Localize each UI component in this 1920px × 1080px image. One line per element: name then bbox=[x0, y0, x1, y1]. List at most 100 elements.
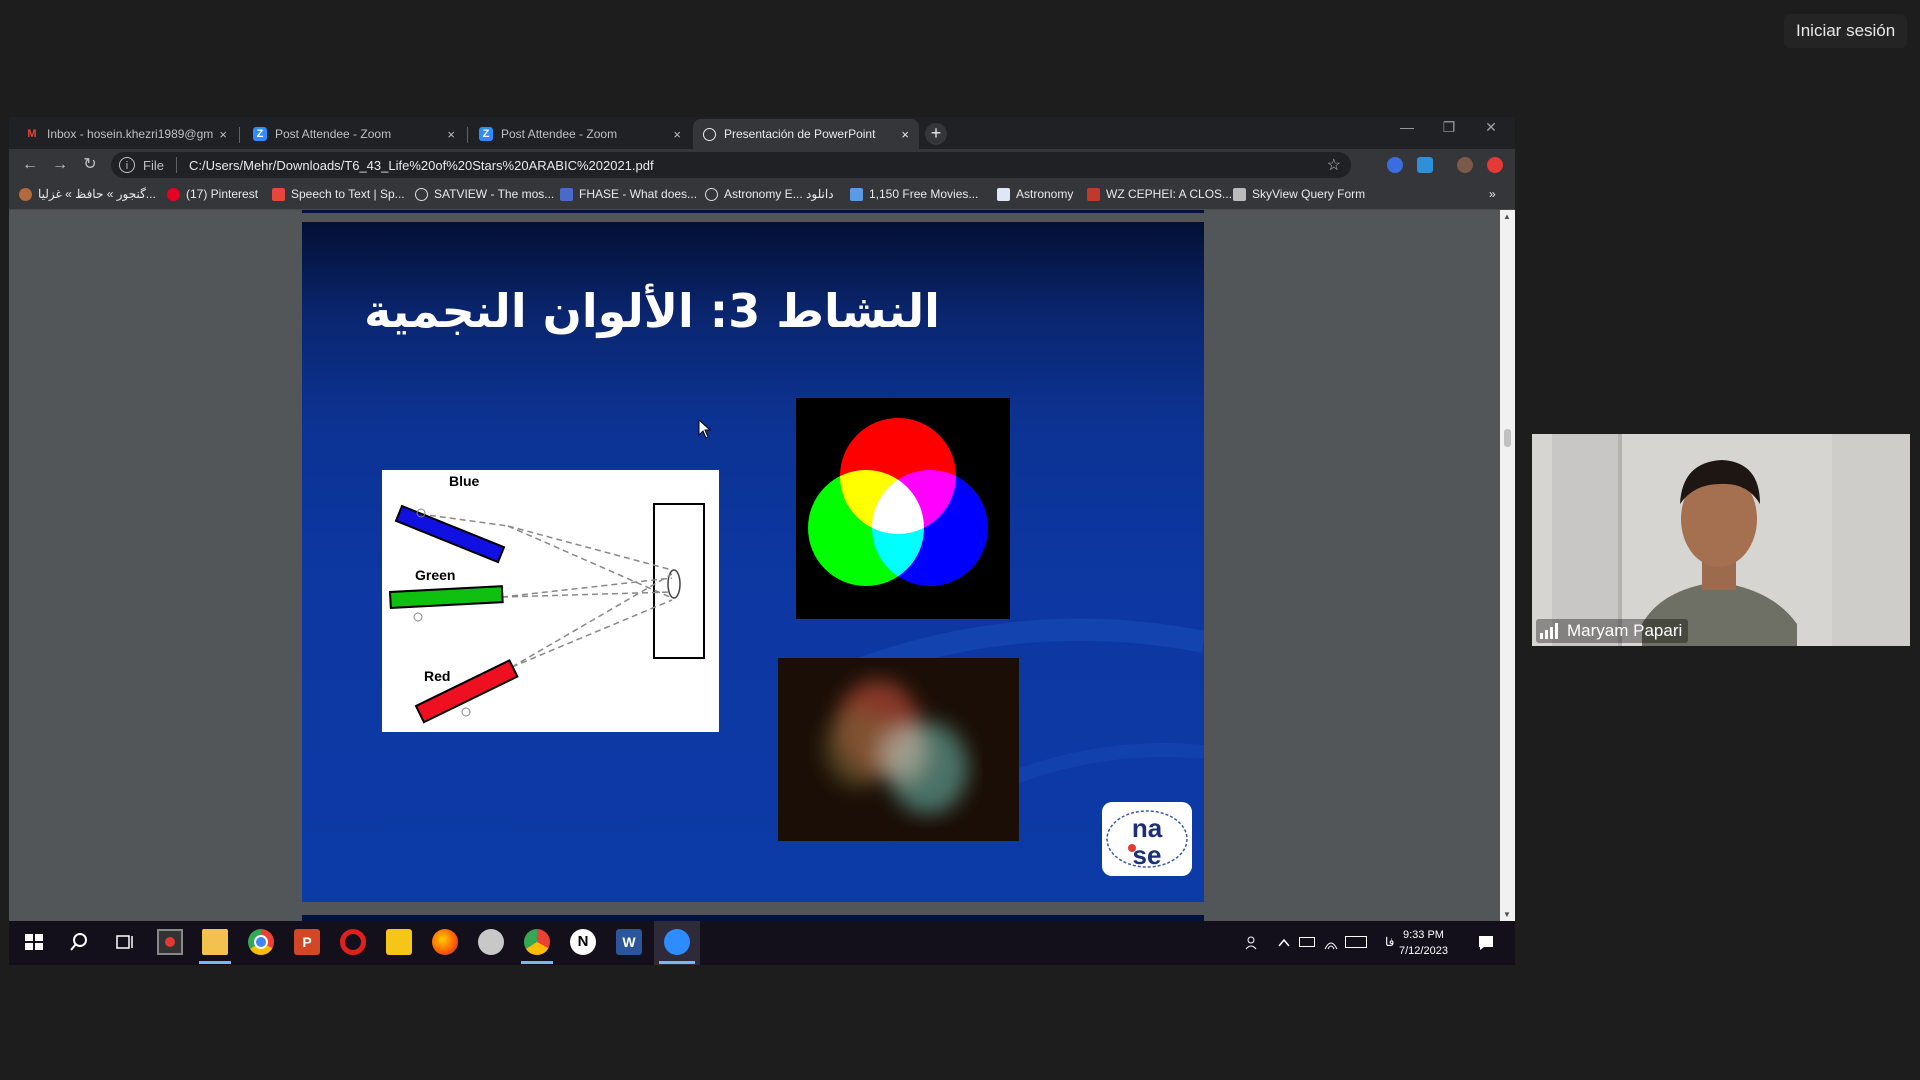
light-filters-illustration bbox=[388, 503, 705, 724]
signal-strength-icon bbox=[1540, 623, 1560, 639]
nase-logo: na se bbox=[1102, 802, 1192, 876]
shared-browser-window: M Inbox - hosein.khezri1989@gmai × Z Pos… bbox=[9, 117, 1515, 965]
blurred-light-spots bbox=[824, 680, 968, 814]
extension-pen-icon[interactable] bbox=[1387, 157, 1403, 173]
bookmark-item[interactable]: Astronomy E... دانلود bbox=[705, 187, 834, 201]
previous-page-edge bbox=[302, 210, 1204, 213]
slide-title: النشاط 3: الألوان النجمية bbox=[364, 284, 940, 338]
signin-button[interactable]: Iniciar sesión bbox=[1784, 14, 1908, 48]
tab-post-attendee-2[interactable]: Z Post Attendee - Zoom × bbox=[469, 119, 691, 149]
zoom-icon[interactable] bbox=[664, 929, 690, 955]
bookmark-star-icon[interactable]: ☆ bbox=[1327, 155, 1341, 175]
bookmark-item[interactable]: FHASE - What does... bbox=[560, 187, 697, 201]
windows-taskbar: P N W فا 9:33 PM 7/12/2023 bbox=[9, 921, 1515, 965]
participant-video-tile[interactable]: Maryam Papari bbox=[1532, 434, 1910, 646]
bookmark-item[interactable]: 1,150 Free Movies... bbox=[850, 187, 978, 201]
bookmark-item[interactable]: گنجور » حافظ » غزلیا... bbox=[19, 187, 156, 201]
tab-powerpoint-presentation[interactable]: Presentación de PowerPoint × bbox=[693, 119, 919, 149]
search-icon[interactable] bbox=[66, 929, 92, 955]
clock-time: 9:33 PM bbox=[1402, 929, 1444, 941]
scroll-up-icon[interactable]: ▲ bbox=[1503, 212, 1511, 221]
close-icon[interactable]: × bbox=[673, 127, 681, 142]
chevron-up-icon[interactable] bbox=[1277, 937, 1291, 949]
globe-icon bbox=[705, 187, 718, 201]
chrome-alt-icon[interactable] bbox=[524, 929, 550, 955]
tab-post-attendee-1[interactable]: Z Post Attendee - Zoom × bbox=[243, 119, 465, 149]
tab-gmail-inbox[interactable]: M Inbox - hosein.khezri1989@gmai × bbox=[15, 119, 237, 149]
wifi-icon[interactable] bbox=[1323, 935, 1339, 951]
close-icon[interactable]: × bbox=[901, 127, 909, 142]
globe-icon bbox=[415, 187, 428, 201]
bookmark-item[interactable]: SATVIEW - The mos... bbox=[415, 187, 554, 201]
bookmark-item[interactable]: Speech to Text | Sp... bbox=[272, 187, 405, 201]
green-label: Green bbox=[415, 567, 456, 583]
mouse-cursor-icon bbox=[698, 419, 712, 439]
minimize-button[interactable]: — bbox=[1385, 119, 1429, 135]
notifications-icon[interactable] bbox=[1477, 934, 1495, 952]
forward-button[interactable]: → bbox=[49, 154, 71, 176]
tab-title: Post Attendee - Zoom bbox=[501, 127, 618, 141]
bookmark-item[interactable]: WZ CEPHEI: A CLOS... bbox=[1087, 187, 1232, 201]
site-info-icon[interactable]: i bbox=[119, 157, 135, 173]
bookmark-item[interactable]: Astronomy bbox=[997, 187, 1073, 201]
rgb-circles-illustration bbox=[808, 418, 988, 586]
address-scheme: File bbox=[143, 157, 164, 173]
chrome-icon[interactable] bbox=[248, 929, 274, 955]
tab-title: Post Attendee - Zoom bbox=[275, 127, 392, 141]
update-icon[interactable] bbox=[1487, 157, 1503, 173]
address-url: C:/Users/Mehr/Downloads/T6_43_Life%20of%… bbox=[188, 157, 654, 173]
screen-recorder-icon[interactable] bbox=[157, 929, 183, 955]
tab-title: Presentación de PowerPoint bbox=[724, 127, 876, 141]
gmail-icon: M bbox=[27, 128, 37, 140]
pinterest-icon bbox=[167, 187, 180, 201]
scroll-thumb[interactable] bbox=[1504, 429, 1511, 447]
app-icon[interactable] bbox=[478, 929, 504, 955]
profile-avatar-icon[interactable] bbox=[1457, 157, 1473, 173]
reload-button[interactable]: ↻ bbox=[79, 154, 101, 176]
language-indicator[interactable]: فا bbox=[1385, 935, 1394, 949]
pdf-viewer[interactable]: النشاط 3: الألوان النجمية Blue Green Red… bbox=[9, 210, 1515, 921]
window-close-button[interactable]: ✕ bbox=[1469, 119, 1513, 136]
extension-cloud-icon[interactable] bbox=[1417, 157, 1433, 173]
battery-icon[interactable] bbox=[1299, 937, 1315, 947]
bookmark-favicon-icon bbox=[997, 187, 1010, 201]
task-view-icon[interactable] bbox=[111, 929, 137, 955]
zoom-icon: Z bbox=[479, 127, 493, 141]
colored-light-photo bbox=[778, 658, 1019, 841]
back-button[interactable]: ← bbox=[19, 154, 41, 176]
bookmark-favicon-icon bbox=[272, 187, 285, 201]
file-explorer-icon[interactable] bbox=[202, 929, 228, 955]
additive-color-venn bbox=[796, 398, 1010, 619]
scroll-down-icon[interactable]: ▼ bbox=[1503, 910, 1511, 919]
bookmark-item[interactable]: (17) Pinterest bbox=[167, 187, 258, 201]
opera-icon[interactable] bbox=[340, 929, 366, 955]
pdf-scrollbar[interactable]: ▲ ▼ bbox=[1500, 210, 1515, 921]
bookmark-item[interactable]: SkyView Query Form bbox=[1233, 187, 1365, 201]
close-icon[interactable]: × bbox=[447, 127, 455, 142]
new-tab-button[interactable]: + bbox=[925, 123, 947, 145]
tab-strip: M Inbox - hosein.khezri1989@gmai × Z Pos… bbox=[9, 117, 1515, 149]
system-clock[interactable]: 9:33 PM 7/12/2023 bbox=[1399, 927, 1448, 959]
address-bar[interactable]: i File C:/Users/Mehr/Downloads/T6_43_Lif… bbox=[111, 152, 1351, 178]
bookmark-favicon-icon bbox=[560, 187, 573, 201]
presentation-slide: النشاط 3: الألوان النجمية Blue Green Red… bbox=[302, 222, 1204, 902]
browser-toolbar: ← → ↻ i File C:/Users/Mehr/Downloads/T6_… bbox=[9, 149, 1515, 181]
restore-button[interactable]: ❐ bbox=[1427, 119, 1471, 136]
participant-video bbox=[1532, 434, 1910, 646]
svg-text:se: se bbox=[1133, 840, 1162, 870]
sticky-notes-icon[interactable] bbox=[386, 929, 412, 955]
keyboard-icon[interactable] bbox=[1345, 936, 1367, 948]
clock-date: 7/12/2023 bbox=[1399, 945, 1448, 957]
powerpoint-icon[interactable]: P bbox=[294, 929, 320, 955]
bookmarks-bar: گنجور » حافظ » غزلیا... (17) Pinterest S… bbox=[9, 181, 1515, 210]
notion-icon[interactable]: N bbox=[570, 929, 596, 955]
start-icon[interactable] bbox=[21, 929, 47, 955]
people-icon[interactable] bbox=[1245, 935, 1261, 951]
participant-name: Maryam Papari bbox=[1567, 621, 1683, 640]
bookmarks-overflow-button[interactable]: » bbox=[1489, 187, 1496, 201]
nase-logo-mark: na se bbox=[1106, 810, 1188, 870]
firefox-icon[interactable] bbox=[432, 929, 458, 955]
word-icon[interactable]: W bbox=[616, 929, 642, 955]
red-label: Red bbox=[424, 668, 451, 684]
close-icon[interactable]: × bbox=[219, 127, 227, 142]
